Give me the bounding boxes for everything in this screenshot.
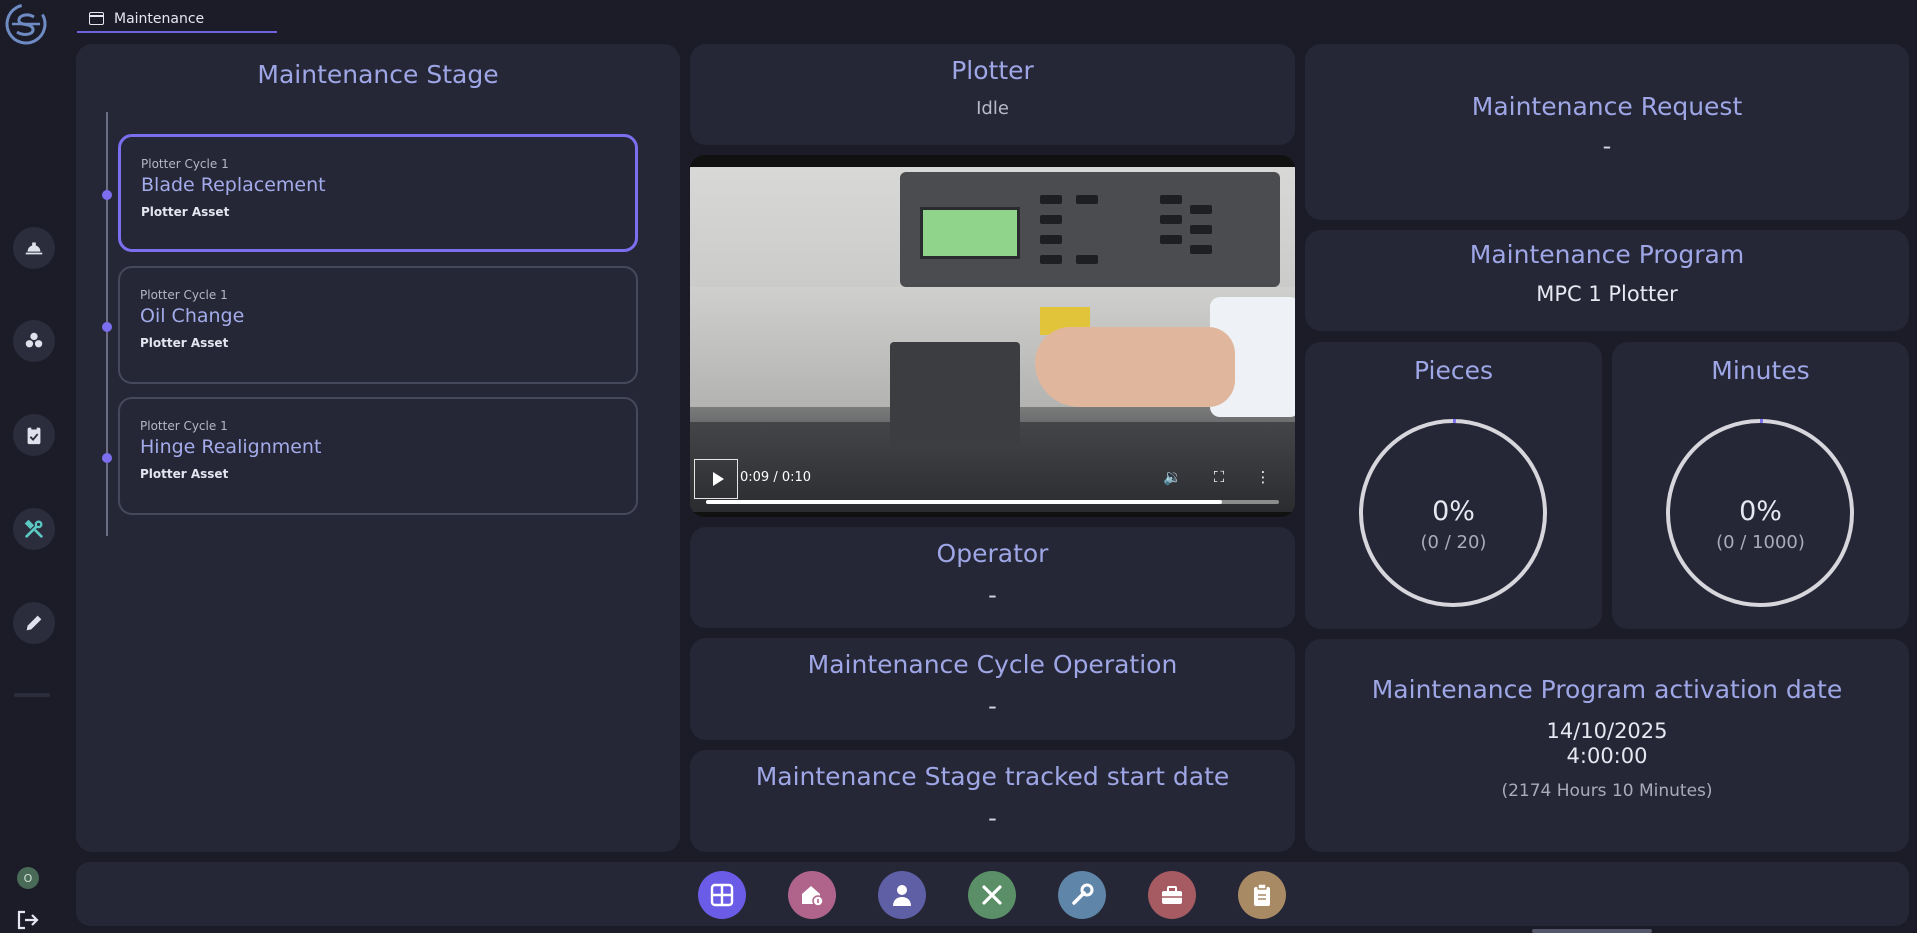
stage-asset: Plotter Asset [141,205,230,219]
tools-button[interactable] [968,871,1016,919]
program-value: MPC 1 Plotter [1536,282,1678,306]
clipboard-icon [1254,883,1270,906]
pencil-icon [26,615,42,631]
stage-card-blade-replacement[interactable]: Plotter Cycle 1 Blade Replacement Plotte… [118,134,638,252]
wrench-button[interactable] [1058,871,1106,919]
timeline-dot [102,190,112,200]
tracked-start-value: - [988,804,997,832]
maintenance-request-panel: Maintenance Request - [1305,44,1909,220]
tracked-start-title: Maintenance Stage tracked start date [755,762,1230,791]
sidebar-boxes-button[interactable] [13,320,55,362]
stage-name: Oil Change [140,305,245,327]
operator-button[interactable] [878,871,926,919]
activation-title: Maintenance Program activation date [1371,675,1843,704]
request-value: - [1602,132,1612,160]
timeline-dot [102,322,112,332]
sidebar-pencil-button[interactable] [13,602,55,644]
window-icon [89,12,104,25]
wrench-icon [1072,883,1094,905]
app-logo-icon[interactable] [4,2,48,46]
more-options-icon[interactable]: ⋮ [1254,468,1272,486]
tab-maintenance[interactable]: Maintenance [77,6,277,33]
stage-cycle-label: Plotter Cycle 1 [140,288,228,302]
tools-icon [24,519,43,538]
operator-title: Operator [936,539,1049,568]
plotter-title: Plotter [951,56,1034,85]
activation-date: 14/10/2025 [1546,719,1668,743]
stage-asset: Plotter Asset [140,336,229,350]
request-title: Maintenance Request [1471,92,1743,121]
video-scene-keys [1040,195,1220,275]
minutes-count: (0 / 1000) [1716,532,1805,553]
minutes-percent: 0% [1739,496,1782,527]
tracked-start-panel: Maintenance Stage tracked start date - [690,750,1295,852]
pieces-panel: Pieces 0% (0 / 20) [1305,342,1602,629]
home-info-icon [802,886,824,907]
minutes-panel: Minutes 0% (0 / 1000) [1612,342,1909,629]
maintenance-video-player[interactable]: 0:09 / 0:10 🔉 ⛶ ⋮ [690,155,1295,517]
logout-icon[interactable] [16,910,40,930]
dashboard-grid-icon [710,883,734,907]
clipboard-button[interactable] [1238,871,1286,919]
stage-name: Blade Replacement [141,174,326,196]
stage-card-oil-change[interactable]: Plotter Cycle 1 Oil Change Plotter Asset [118,266,638,384]
video-scene-lcd [920,207,1020,259]
video-progress-bar[interactable] [706,500,1279,504]
bottom-action-bar [76,862,1909,926]
tools-icon [982,885,1002,905]
sidebar-hardhat-button[interactable] [13,227,55,269]
stage-asset: Plotter Asset [140,467,229,481]
play-button[interactable] [694,459,738,499]
dashboard-button[interactable] [698,871,746,919]
minutes-title: Minutes [1711,356,1810,385]
plotter-status: Idle [976,98,1009,119]
video-scene-carriage [890,342,1020,447]
cycle-operation-title: Maintenance Cycle Operation [807,650,1178,679]
fullscreen-icon[interactable]: ⛶ [1210,468,1228,486]
operator-value: - [988,581,997,609]
horizontal-scrollbar[interactable] [1532,929,1652,933]
user-status-badge[interactable]: O [17,867,39,889]
stage-cycle-label: Plotter Cycle 1 [140,419,228,433]
activation-duration: (2174 Hours 10 Minutes) [1501,781,1713,801]
cycle-operation-value: - [988,692,997,720]
sidebar-tools-button[interactable] [13,508,55,550]
stage-card-hinge-realignment[interactable]: Plotter Cycle 1 Hinge Realignment Plotte… [118,397,638,515]
plotter-panel: Plotter Idle [690,44,1295,145]
activation-date-panel: Maintenance Program activation date 14/1… [1305,639,1909,852]
toolbox-icon [1162,886,1182,904]
volume-icon[interactable]: 🔉 [1163,468,1182,486]
video-time: 0:09 / 0:10 [740,470,812,485]
boxes-icon [25,332,43,348]
program-title: Maintenance Program [1469,240,1745,269]
timeline-dot [102,453,112,463]
video-progress-fill [706,500,1222,504]
pieces-title: Pieces [1413,356,1493,385]
tab-label: Maintenance [114,10,205,27]
hardhat-icon [25,242,43,255]
video-scene-hand [1035,327,1235,407]
pieces-count: (0 / 20) [1420,532,1487,553]
stage-panel-title: Maintenance Stage [257,60,499,89]
sidebar-clipboard-button[interactable] [13,414,55,456]
sidebar: O [0,0,62,933]
toolbox-button[interactable] [1148,871,1196,919]
video-controls: 0:09 / 0:10 🔉 ⛶ ⋮ [690,453,1295,517]
stage-cycle-label: Plotter Cycle 1 [141,157,229,171]
maintenance-stage-panel: Maintenance Stage Plotter Cycle 1 Blade … [76,44,680,852]
clipboard-check-icon [27,425,41,445]
operator-panel: Operator - [690,527,1295,628]
operator-icon [893,885,911,906]
home-info-button[interactable] [788,871,836,919]
stage-name: Hinge Realignment [140,436,322,458]
pieces-percent: 0% [1432,496,1475,527]
maintenance-program-panel: Maintenance Program MPC 1 Plotter [1305,230,1909,331]
sidebar-divider [14,693,50,697]
activation-time: 4:00:00 [1566,744,1648,768]
cycle-operation-panel: Maintenance Cycle Operation - [690,638,1295,740]
